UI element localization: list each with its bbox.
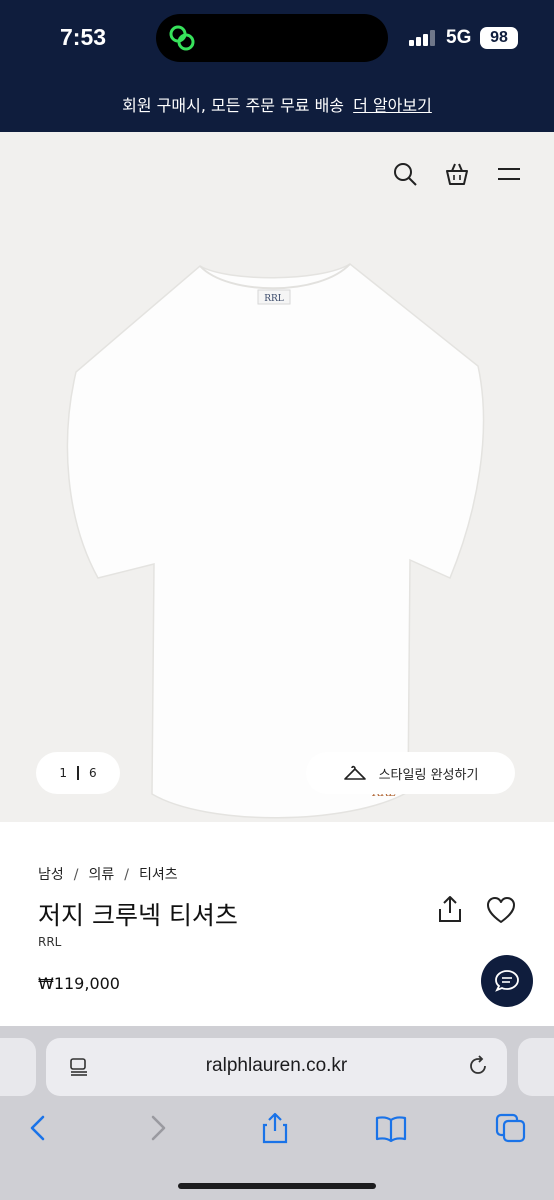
- share-icon[interactable]: [436, 894, 464, 924]
- product-gallery[interactable]: RRL RRL 1 6 스타일링 완성하기: [0, 132, 554, 822]
- share-icon[interactable]: [258, 1112, 292, 1144]
- product-image: RRL RRL: [66, 263, 485, 819]
- status-time: 7:53: [60, 24, 107, 50]
- product-title: 저지 크루넥 티셔츠: [38, 901, 238, 930]
- promo-banner: 회원 구매시, 모든 주문 무료 배송 더 알아보기: [0, 92, 554, 116]
- promo-text: 회원 구매시, 모든 주문 무료 배송: [122, 96, 345, 115]
- back-icon[interactable]: [22, 1112, 56, 1144]
- breadcrumb: 남성 / 의류 / 티셔츠: [38, 867, 178, 883]
- heart-icon[interactable]: [486, 896, 516, 924]
- chat-button[interactable]: [481, 955, 533, 1007]
- address-bar[interactable]: ralphlauren.co.kr: [46, 1038, 507, 1096]
- collar-label: RRL: [264, 294, 284, 304]
- pager-total: 6: [89, 766, 97, 780]
- next-tab[interactable]: [518, 1038, 554, 1096]
- home-indicator: [178, 1183, 376, 1189]
- breadcrumb-item[interactable]: 의류: [88, 867, 114, 883]
- reload-icon[interactable]: [466, 1054, 490, 1078]
- search-icon[interactable]: [391, 160, 419, 188]
- promo-link[interactable]: 더 알아보기: [353, 96, 432, 115]
- styling-button-label: 스타일링 완성하기: [378, 767, 479, 783]
- signal-icon: [409, 30, 435, 46]
- dynamic-island: [156, 14, 388, 62]
- product-price: ₩119,000: [38, 974, 120, 993]
- product-brand: RRL: [38, 935, 62, 949]
- breadcrumb-item[interactable]: 남성: [38, 867, 64, 883]
- network-type: 5G: [446, 27, 472, 48]
- gallery-pager: 1 6: [36, 752, 120, 794]
- pager-current: 1: [59, 766, 67, 780]
- previous-tab[interactable]: [0, 1038, 36, 1096]
- link-icon: [169, 25, 195, 51]
- chat-icon: [495, 970, 519, 992]
- battery-indicator: 98: [480, 27, 518, 49]
- tabs-overview-icon[interactable]: [494, 1112, 528, 1144]
- menu-icon[interactable]: [495, 160, 523, 188]
- pager-divider: [77, 766, 79, 780]
- bookmarks-icon[interactable]: [374, 1112, 408, 1144]
- top-banner: 7:53 5G 98 회원 구매시, 모든 주문 무료 배송 더 알아보기: [0, 0, 554, 132]
- bag-icon[interactable]: [443, 160, 471, 188]
- styling-button[interactable]: 스타일링 완성하기: [306, 752, 515, 794]
- browser-toolbar: ralphlauren.co.kr: [0, 1026, 554, 1200]
- url-text[interactable]: ralphlauren.co.kr: [46, 1055, 507, 1077]
- breadcrumb-item[interactable]: 티셔츠: [139, 867, 178, 883]
- forward-icon: [151, 1115, 166, 1141]
- hanger-icon: [343, 765, 366, 780]
